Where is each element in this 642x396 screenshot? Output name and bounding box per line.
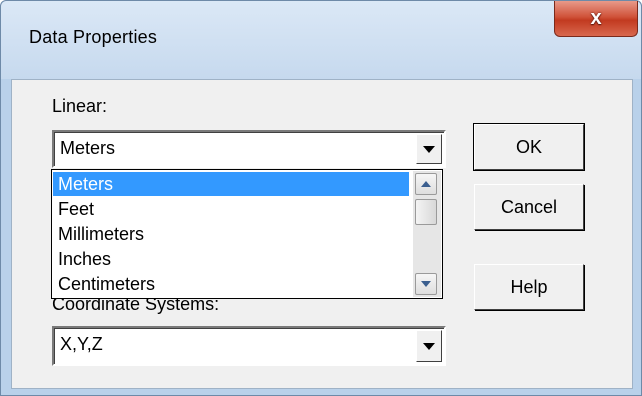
coordinate-systems-select[interactable]: X,Y,Z [52, 326, 446, 366]
scrollbar-thumb[interactable] [415, 199, 437, 225]
scroll-up-icon [421, 181, 431, 187]
linear-label: Linear: [52, 96, 108, 116]
linear-select[interactable]: Meters [52, 130, 446, 168]
list-item-meters[interactable]: Meters [53, 172, 409, 196]
coordinate-systems-value: X,Y,Z [60, 334, 103, 354]
ok-button[interactable]: OK [473, 123, 585, 171]
scroll-up-button[interactable] [415, 173, 437, 195]
list-item-feet[interactable]: Feet [53, 197, 409, 221]
scroll-down-button[interactable] [415, 273, 437, 295]
dialog-window: Data Properties x Linear: Meters Coordin… [0, 0, 642, 396]
chevron-down-icon [423, 145, 435, 153]
linear-dropdown-button[interactable] [416, 134, 442, 164]
list-item-millimeters[interactable]: Millimeters [53, 222, 409, 246]
list-item-inches[interactable]: Inches [53, 247, 409, 271]
cancel-button[interactable]: Cancel [474, 184, 584, 230]
dialog-title: Data Properties [29, 27, 158, 47]
dropdown-scrollbar[interactable] [413, 171, 441, 297]
chevron-down-icon [423, 342, 435, 350]
close-button[interactable]: x [554, 1, 638, 37]
linear-dropdown-list[interactable]: Meters Feet Millimeters Inches Centimete… [51, 169, 443, 299]
close-icon: x [590, 7, 602, 29]
help-button[interactable]: Help [474, 264, 584, 310]
linear-select-value: Meters [60, 138, 116, 158]
coordinate-dropdown-button[interactable] [416, 330, 442, 362]
list-item-centimeters[interactable]: Centimeters [53, 272, 409, 296]
title-bar[interactable]: Data Properties x [1, 1, 641, 79]
scroll-down-icon [421, 281, 431, 287]
